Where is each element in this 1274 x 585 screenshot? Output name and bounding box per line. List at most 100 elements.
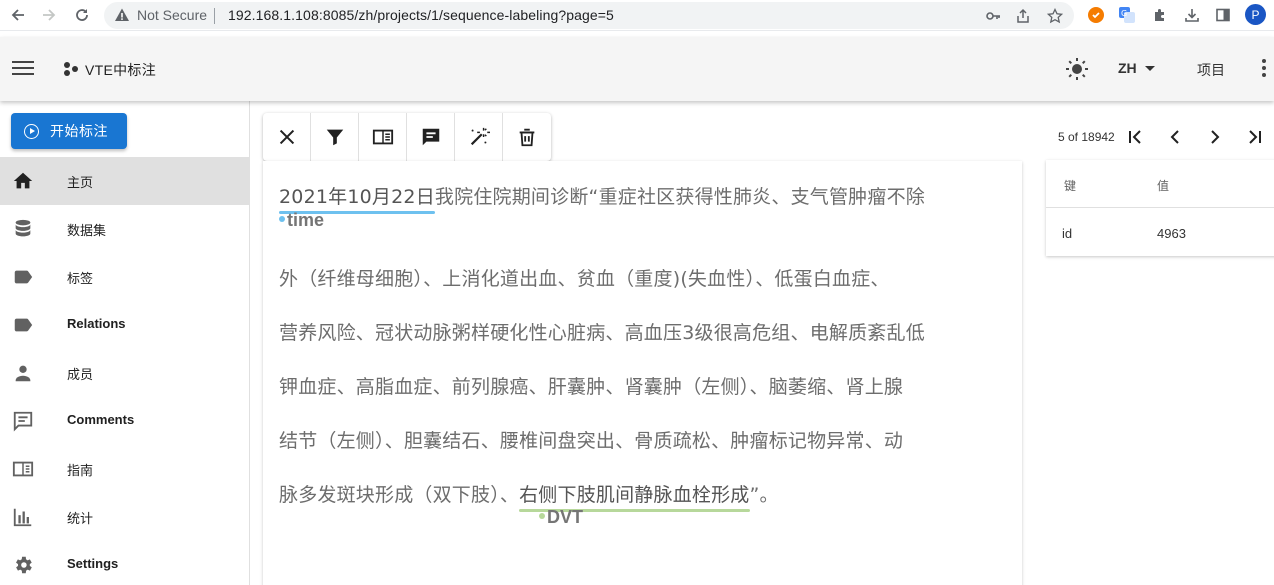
chevron-down-icon[interactable] — [1145, 66, 1155, 71]
app-title[interactable]: VTE中标注 — [85, 60, 156, 80]
next-page-button[interactable] — [1202, 124, 1228, 150]
person-icon — [15, 365, 31, 382]
url-text[interactable]: 192.168.1.108:8085/zh/projects/1/sequenc… — [228, 7, 614, 23]
filter-icon — [326, 129, 343, 146]
entity-span-time[interactable]: 2021年10月22日 — [279, 186, 435, 208]
sidebar-icon[interactable] — [1213, 5, 1233, 25]
last-page-icon — [1249, 130, 1261, 144]
sidebar-item-label: 主页 — [67, 176, 94, 191]
more-vert-icon[interactable] — [1262, 59, 1268, 79]
page-counter: 5 of 18942 — [1058, 130, 1115, 144]
warning-icon[interactable] — [114, 7, 130, 23]
menu-icon[interactable] — [12, 57, 34, 79]
column-header-key: 键 — [1064, 179, 1077, 193]
sidebar-item-statistics[interactable]: 统计 — [0, 493, 250, 541]
download-icon[interactable] — [1182, 5, 1202, 25]
start-annotation-label: 开始标注 — [50, 123, 108, 139]
sidebar-item-relations[interactable]: Relations — [0, 301, 250, 349]
metadata-key: id — [1062, 226, 1073, 241]
entity-label-time[interactable]: time — [279, 210, 324, 231]
svg-text:G: G — [1121, 9, 1127, 18]
play-circle-icon — [24, 123, 39, 139]
label-icon — [14, 270, 33, 284]
sidebar: 开始标注 主页 数据集 标签 Relations 成员 Comments 指南 … — [0, 101, 250, 585]
share-icon[interactable] — [1014, 7, 1032, 25]
extension-orange-icon[interactable] — [1086, 5, 1106, 25]
chevron-left-icon — [1170, 130, 1179, 144]
sidebar-item-members[interactable]: 成员 — [0, 349, 250, 397]
back-icon[interactable] — [6, 4, 30, 26]
sidebar-item-label: 成员 — [67, 368, 94, 383]
filter-button[interactable] — [311, 113, 359, 161]
guideline-icon — [372, 129, 393, 145]
label-dot-icon — [539, 513, 545, 520]
database-icon — [15, 219, 31, 237]
table-header: 键 值 — [1046, 160, 1274, 208]
key-icon[interactable] — [984, 7, 1002, 25]
entity-span-dvt[interactable]: 右侧下肢肌间静脉血栓形成 — [519, 484, 749, 506]
text-line[interactable]: 2021年10月22日我院住院期间诊断“重症社区获得性肺炎、支气管肿瘤不除 — [279, 182, 925, 209]
sidebar-item-home[interactable]: 主页 — [0, 157, 250, 205]
sidebar-item-labels[interactable]: 标签 — [0, 253, 250, 301]
text-line[interactable]: 营养风险、冠状动脉粥样硬化性心脏病、高血压3级很高危组、电解质紊乱低 — [279, 318, 925, 345]
text-segment: ”。 — [749, 484, 779, 506]
home-icon — [13, 172, 33, 189]
text-segment: 脉多发斑块形成（双下肢）、 — [279, 484, 520, 506]
chevron-right-icon — [1211, 130, 1220, 144]
url-divider — [214, 8, 215, 24]
first-page-icon — [1129, 130, 1141, 144]
entity-label-text: time — [287, 210, 325, 230]
projects-link[interactable]: 项目 — [1197, 60, 1225, 80]
auto-label-button[interactable] — [455, 113, 503, 161]
auto-label-icon — [470, 127, 490, 146]
metadata-value: 4963 — [1157, 226, 1186, 241]
sidebar-item-label: Settings — [67, 556, 119, 571]
entity-label-text: DVT — [547, 507, 583, 527]
entity-label-dvt[interactable]: DVT — [539, 507, 583, 528]
language-selector[interactable]: ZH — [1118, 60, 1137, 76]
sidebar-item-guideline[interactable]: 指南 — [0, 445, 250, 493]
text-line[interactable]: 外（纤维母细胞）、上消化道出血、贫血（重度)(失血性）、低蛋白血症、 — [279, 264, 890, 291]
label-dot-icon — [279, 216, 285, 223]
logo-icon — [64, 62, 78, 76]
text-line[interactable]: 结节（左侧）、胆囊结石、腰椎间盘突出、骨质疏松、肿瘤标记物异常、动 — [279, 426, 903, 453]
star-icon[interactable] — [1046, 7, 1064, 25]
sidebar-item-label: 统计 — [67, 512, 94, 527]
text-segment: 我院住院期间诊断“重症社区获得性肺炎、支气管肿瘤不除 — [434, 186, 925, 208]
delete-button[interactable] — [503, 113, 551, 161]
forward-icon[interactable] — [37, 4, 61, 26]
column-header-value: 值 — [1157, 179, 1170, 193]
sidebar-item-comments[interactable]: Comments — [0, 397, 250, 445]
guideline-button[interactable] — [359, 113, 407, 161]
book-icon — [12, 461, 34, 477]
sidebar-item-label: 数据集 — [67, 224, 107, 239]
translate-extension-icon[interactable]: G — [1117, 5, 1137, 25]
app-bar: VTE中标注 ZH 项目 — [0, 37, 1274, 101]
extension-icon[interactable] — [1150, 5, 1170, 25]
annotation-toolbar — [263, 113, 551, 161]
gear-icon — [16, 556, 32, 574]
sidebar-item-dataset[interactable]: 数据集 — [0, 205, 250, 253]
close-button[interactable] — [263, 113, 311, 161]
document-text-panel[interactable]: 2021年10月22日我院住院期间诊断“重症社区获得性肺炎、支气管肿瘤不除 ti… — [263, 161, 1022, 585]
metadata-table: 键 值 id 4963 — [1046, 160, 1274, 256]
close-icon — [279, 129, 294, 145]
theme-toggle-icon[interactable] — [1065, 57, 1089, 81]
profile-avatar[interactable]: P — [1245, 4, 1266, 25]
text-line[interactable]: 钾血症、高脂血症、前列腺癌、肝囊肿、肾囊肿（左侧）、脑萎缩、肾上腺 — [279, 372, 903, 399]
sidebar-item-settings[interactable]: Settings — [0, 541, 250, 585]
start-annotation-button[interactable]: 开始标注 — [11, 113, 127, 149]
sidebar-item-label: 指南 — [67, 464, 94, 479]
reload-icon[interactable] — [70, 4, 94, 26]
browser-toolbar: Not Secure 192.168.1.108:8085/zh/project… — [0, 0, 1274, 31]
comment-button[interactable] — [407, 113, 455, 161]
bar-chart-icon — [13, 508, 32, 527]
security-label[interactable]: Not Secure — [137, 7, 207, 23]
text-line[interactable]: 脉多发斑块形成（双下肢）、右侧下肢肌间静脉血栓形成”。 — [279, 480, 779, 507]
prev-page-button[interactable] — [1162, 124, 1188, 150]
address-bar[interactable]: Not Secure 192.168.1.108:8085/zh/project… — [104, 2, 1074, 29]
first-page-button[interactable] — [1122, 124, 1148, 150]
last-page-button[interactable] — [1242, 124, 1268, 150]
sidebar-item-label: Relations — [67, 316, 126, 331]
sidebar-item-label: 标签 — [67, 272, 94, 287]
